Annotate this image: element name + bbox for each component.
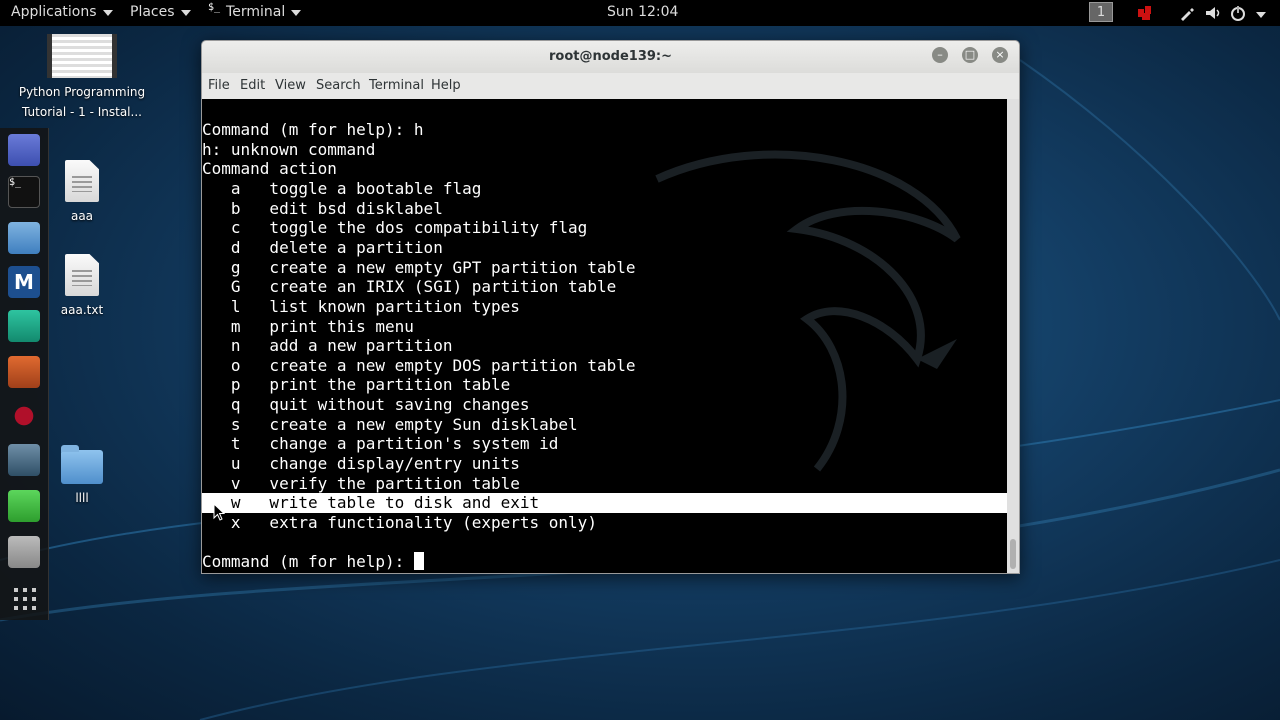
terminal-line: c toggle the dos compatibility flag [202, 218, 588, 238]
terminal-line: q quit without saving changes [202, 395, 530, 415]
terminal-line: a toggle a bootable flag [202, 178, 482, 198]
terminal-line: b edit bsd disklabel [202, 198, 443, 218]
terminal-line: G create an IRIX (SGI) partition table [202, 277, 617, 297]
terminal-line: s create a new empty Sun disklabel [202, 414, 578, 434]
applications-menu[interactable]: Applications [11, 4, 113, 20]
desktop-file-label: aaa [70, 209, 94, 223]
terminal-menu-label: Terminal [226, 4, 286, 20]
terminal-line: u change display/entry units [202, 454, 520, 474]
volume-icon[interactable] [1205, 5, 1223, 21]
menu-terminal[interactable]: Terminal [369, 78, 424, 93]
folder-icon [61, 445, 103, 484]
text-file-icon [65, 254, 99, 296]
menu-search[interactable]: Search [316, 78, 361, 93]
text-file-icon [65, 160, 99, 202]
chevron-down-icon [102, 10, 113, 16]
terminal-icon: $_ [208, 1, 221, 13]
terminal-line: v verify the partition table [202, 473, 520, 493]
close-button[interactable]: × [992, 47, 1008, 63]
pen-tool-icon[interactable] [1179, 5, 1195, 21]
clock-label: Sun 12:04 [607, 4, 679, 20]
terminal-line: m print this menu [202, 316, 414, 336]
notes-icon[interactable] [8, 490, 40, 522]
workspace-indicator[interactable]: 1 [1089, 2, 1113, 22]
desktop-folder-llll[interactable]: llll [52, 445, 112, 508]
menu-file[interactable]: File [208, 78, 230, 93]
maltego-icon[interactable] [8, 444, 40, 476]
terminal-scrollbar[interactable] [1007, 99, 1019, 573]
terminal-line: t change a partition's system id [202, 434, 559, 454]
terminal-line: Command (m for help): [202, 552, 1007, 572]
window-menubar: File Edit View Search Terminal Help [202, 73, 1019, 100]
menu-view[interactable]: View [275, 78, 306, 93]
terminal-line: l list known partition types [202, 296, 520, 316]
desktop-video-label: Python Programming Tutorial - 1 - Instal… [18, 85, 146, 119]
terminal-dock-icon[interactable]: $_ [8, 176, 40, 208]
chevron-down-icon [180, 10, 191, 16]
terminal-line: n add a new partition [202, 336, 453, 356]
files-dock-icon[interactable] [8, 222, 40, 254]
settings-dock-icon[interactable] [8, 536, 40, 568]
minimize-button[interactable]: – [932, 47, 948, 63]
mouse-pointer-icon [213, 503, 225, 521]
window-titlebar[interactable]: root@node139:~ – □ × [202, 41, 1019, 73]
chat-app-icon[interactable] [8, 134, 40, 166]
terminal-line: h: unknown command [202, 139, 376, 159]
maximize-button[interactable]: □ [962, 47, 978, 63]
terminal-line: x extra functionality (experts only) [202, 513, 597, 532]
power-icon[interactable] [1230, 5, 1246, 21]
window-title: root@node139:~ [548, 49, 673, 64]
metasploit-icon[interactable]: M [8, 266, 40, 298]
terminal-window: root@node139:~ – □ × File Edit View Sear… [201, 40, 1020, 574]
terminal-line: d delete a partition [202, 237, 443, 257]
top-panel: Applications Places $_ Terminal Sun 12:0… [0, 0, 1280, 26]
menu-help[interactable]: Help [431, 78, 461, 93]
desktop-file-aaa-txt[interactable]: aaa.txt [52, 254, 112, 320]
terminal-line: Command action [202, 159, 337, 179]
terminal-app-menu[interactable]: $_ Terminal [208, 1, 302, 20]
desktop-file-aaa[interactable]: aaa [52, 160, 112, 226]
places-label: Places [130, 4, 175, 20]
terminal-line: g create a new empty GPT partition table [202, 257, 636, 277]
armitage-icon[interactable] [8, 310, 40, 342]
places-menu[interactable]: Places [130, 4, 191, 20]
burpsuite-icon[interactable] [8, 356, 40, 388]
dock: $_ M [0, 128, 49, 620]
chevron-down-icon[interactable] [1256, 12, 1266, 18]
faraday-icon[interactable] [8, 400, 40, 432]
text-cursor [413, 552, 424, 571]
scrollbar-thumb[interactable] [1010, 539, 1016, 569]
video-thumbnail-icon [47, 34, 117, 78]
desktop-folder-label: llll [75, 491, 89, 505]
applications-label: Applications [11, 4, 97, 20]
red-status-icon[interactable] [1137, 5, 1155, 21]
terminal-line: o create a new empty DOS partition table [202, 355, 636, 375]
chevron-down-icon [291, 10, 302, 16]
menu-edit[interactable]: Edit [240, 78, 265, 93]
desktop-video-file[interactable]: Python Programming Tutorial - 1 - Instal… [18, 34, 146, 122]
terminal-output[interactable]: Command (m for help): h h: unknown comman… [202, 99, 1007, 573]
show-apps-icon[interactable] [14, 588, 36, 610]
terminal-line: p print the partition table [202, 375, 511, 395]
desktop-file-label: aaa.txt [60, 303, 104, 317]
terminal-line: w write table to disk and exit [202, 493, 1007, 514]
clock[interactable]: Sun 12:04 [607, 4, 678, 20]
terminal-line: Command (m for help): h [202, 120, 424, 139]
